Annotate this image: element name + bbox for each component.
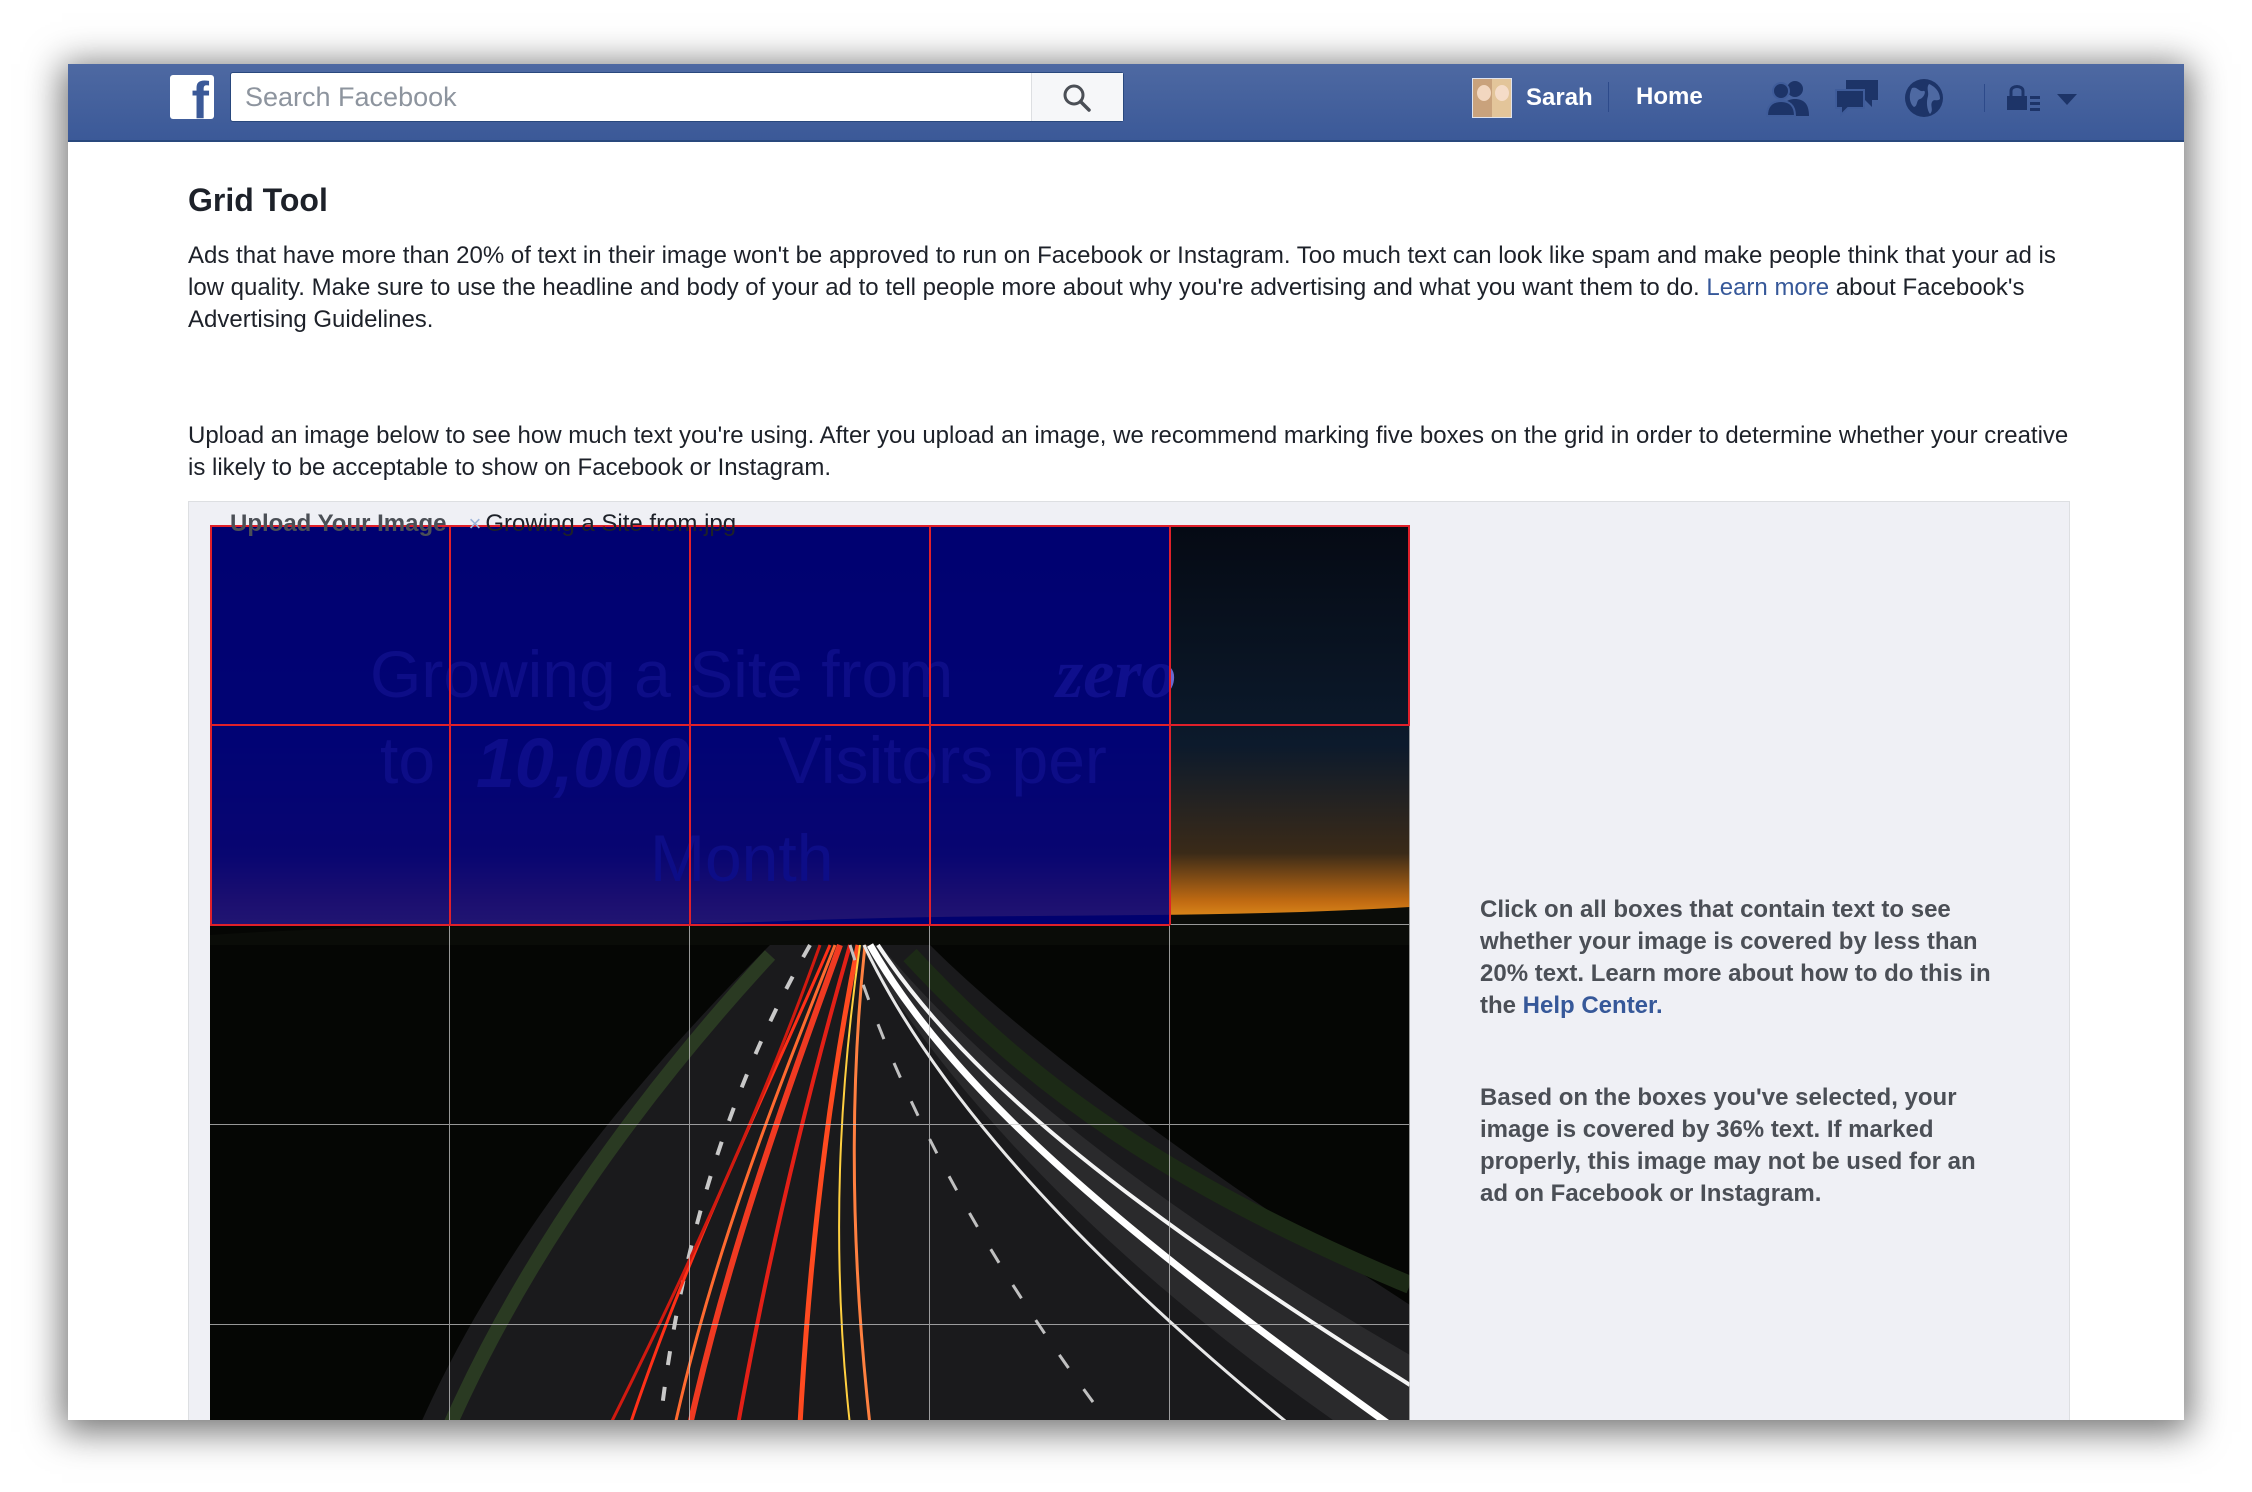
upload-image-button[interactable]: Upload Your Image — [230, 510, 446, 538]
grid-cell[interactable] — [1170, 525, 1410, 725]
upload-row: Upload Your Image × Growing a Site from.… — [230, 510, 736, 538]
file-name: Growing a Site from.jpg — [485, 510, 737, 537]
grid-cell[interactable] — [210, 1325, 450, 1420]
help-center-link[interactable]: Help Center. — [1523, 992, 1663, 1019]
chevron-down-icon[interactable] — [2052, 76, 2082, 120]
grid-instructions: Click on all boxes that contain text to … — [1480, 896, 1991, 1019]
grid-cell[interactable] — [210, 525, 450, 725]
search-input[interactable] — [231, 73, 1029, 121]
privacy-lock-icon[interactable] — [2004, 76, 2044, 120]
browser-window: f Sarah Home — [68, 64, 2184, 1420]
grid-cell[interactable] — [690, 1125, 930, 1325]
grid-cell[interactable] — [450, 725, 690, 925]
profile-link[interactable]: Sarah — [1472, 76, 1593, 120]
grid-cell[interactable] — [690, 1325, 930, 1420]
home-link[interactable]: Home — [1636, 83, 1703, 111]
grid-cell[interactable] — [210, 925, 450, 1125]
grid-cell[interactable] — [930, 725, 1170, 925]
search-icon — [1063, 84, 1091, 112]
avatar — [1472, 78, 1512, 118]
grid-cell[interactable] — [1170, 725, 1410, 925]
grid-cell[interactable] — [930, 1325, 1170, 1420]
grid-cells — [210, 525, 1410, 1420]
text-coverage-result: Based on the boxes you've selected, your… — [1480, 1084, 1976, 1207]
nav-divider — [1984, 84, 1985, 112]
grid-cell[interactable] — [450, 1125, 690, 1325]
messages-icon[interactable] — [1832, 76, 1882, 120]
upload-instructions: Upload an image below to see how much te… — [188, 422, 2069, 481]
grid-cell[interactable] — [210, 725, 450, 925]
facebook-logo-icon[interactable]: f — [170, 75, 214, 119]
grid-cell[interactable] — [450, 1325, 690, 1420]
remove-file-icon[interactable]: × — [468, 511, 481, 537]
grid-cell[interactable] — [450, 525, 690, 725]
friends-icon[interactable] — [1764, 76, 1814, 120]
grid-cell[interactable] — [1170, 1125, 1410, 1325]
grid-cell[interactable] — [1170, 1325, 1410, 1420]
search-button[interactable] — [1031, 73, 1123, 121]
grid-cell[interactable] — [690, 525, 930, 725]
grid-cell[interactable] — [930, 525, 1170, 725]
page-title: Grid Tool — [188, 182, 328, 218]
grid-cell[interactable] — [1170, 925, 1410, 1125]
grid-cell[interactable] — [690, 725, 930, 925]
grid-cell[interactable] — [930, 925, 1170, 1125]
grid-cell[interactable] — [930, 1125, 1170, 1325]
search-bar — [230, 72, 1124, 122]
user-name: Sarah — [1526, 84, 1593, 111]
nav-divider — [1608, 82, 1609, 112]
uploaded-image-grid: Growing a Site from zero to 10,000 Visit… — [210, 525, 1410, 1420]
facebook-top-bar: f Sarah Home — [68, 64, 2184, 142]
intro-paragraph: Ads that have more than 20% of text in t… — [188, 242, 2056, 333]
grid-cell[interactable] — [690, 925, 930, 1125]
grid-cell[interactable] — [210, 1125, 450, 1325]
grid-tool-panel: Growing a Site from zero to 10,000 Visit… — [188, 501, 2070, 1420]
learn-more-link[interactable]: Learn more — [1706, 274, 1829, 301]
globe-icon[interactable] — [1902, 76, 1946, 120]
grid-cell[interactable] — [450, 925, 690, 1125]
